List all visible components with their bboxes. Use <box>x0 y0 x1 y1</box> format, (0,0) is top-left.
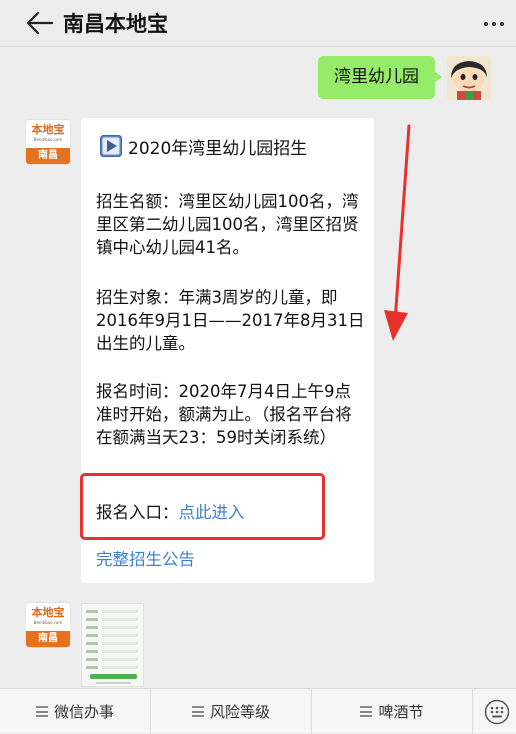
official-account-avatar-2[interactable]: 本地宝 Bendibao.com 南昌 <box>26 603 70 647</box>
menu-divider <box>472 689 473 734</box>
menu-list-icon <box>35 706 48 717</box>
card-title-row: 2020年湾里幼儿园招生 <box>100 134 308 159</box>
back-arrow-icon[interactable] <box>24 9 54 37</box>
chat-header: 南昌本地宝 <box>0 0 516 47</box>
menu-item-label: 微信办事 <box>53 703 114 721</box>
menu-item-beer-festival[interactable]: 啤酒节 <box>312 689 472 734</box>
card-title: 2020年湾里幼儿园招生 <box>128 138 308 159</box>
user-avatar[interactable] <box>447 56 491 100</box>
menu-item-risk-level[interactable]: 风险等级 <box>151 689 311 734</box>
chat-title: 南昌本地宝 <box>63 12 168 36</box>
down-arrow-annotation <box>384 124 411 341</box>
highlight-box <box>80 473 325 540</box>
account-menu-bar: 微信办事 风险等级 啤酒节 <box>0 688 516 734</box>
menu-item-label: 啤酒节 <box>378 703 424 721</box>
avatar-city-label: 南昌 <box>26 148 70 164</box>
menu-item-wechat-services[interactable]: 微信办事 <box>0 689 150 734</box>
sent-message-bubble[interactable]: 湾里幼儿园 <box>318 56 442 99</box>
more-dots-icon[interactable] <box>482 14 506 34</box>
form-screenshot-thumbnail <box>82 604 143 686</box>
full-notice-link[interactable]: 完整招生公告 <box>96 548 195 571</box>
menu-list-icon <box>191 706 204 717</box>
menu-item-label: 风险等级 <box>209 703 270 721</box>
image-message-thumbnail[interactable] <box>81 603 144 687</box>
eligibility-paragraph: 招生对象：年满3周岁的儿童，即2016年9月1日——2017年8月31日出生的儿… <box>96 288 365 353</box>
avatar-logo-sub: Bendibao.com <box>33 137 63 142</box>
quota-paragraph: 招生名额：湾里区幼儿园100名，湾里区第二幼儿园100名，湾里区招贤镇中心幼儿园… <box>96 192 359 257</box>
official-account-avatar[interactable]: 本地宝 Bendibao.com 南昌 <box>26 120 70 164</box>
menu-list-icon <box>360 706 373 717</box>
keyboard-icon[interactable] <box>484 699 510 725</box>
avatar-logo-text: 本地宝 <box>31 606 65 619</box>
cartoon-avatar-icon <box>447 56 491 100</box>
avatar-logo-text: 本地宝 <box>31 123 65 136</box>
avatar-logo-sub: Bendibao.com <box>33 620 63 625</box>
avatar-city-label: 南昌 <box>26 631 70 647</box>
play-icon <box>100 135 122 157</box>
registration-time-paragraph: 报名时间：2020年7月4日上午9点准时开始，额满为止。（报名平台将在额满当天2… <box>96 382 352 447</box>
